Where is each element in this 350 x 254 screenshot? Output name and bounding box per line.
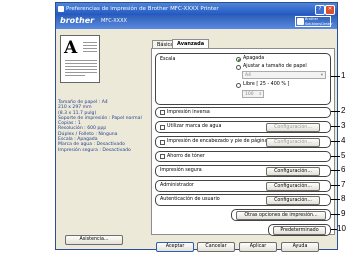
- ok-button[interactable]: Aceptar: [156, 242, 194, 252]
- watermark-row: Utilizar marca de agua Configuración...: [155, 121, 331, 133]
- callout-number: 9: [341, 209, 346, 218]
- callout-number: 2: [341, 106, 346, 115]
- toner-save-row: Ahorro de tóner: [155, 151, 331, 162]
- secure-print-label: Impresión segura: [160, 168, 202, 173]
- support-button[interactable]: Asistencia...: [65, 235, 123, 245]
- solutions-line2: SolutionsCenter: [305, 22, 333, 26]
- secure-print-config-button[interactable]: Configuración...: [266, 167, 320, 176]
- info-line: Impresión segura : Desactivado: [58, 147, 131, 153]
- callout-number: 10: [337, 224, 346, 233]
- reverse-print-label: Impresión inversa: [167, 110, 210, 115]
- callout-line: [331, 185, 340, 186]
- toner-save-label: Ahorro de tóner: [167, 154, 205, 159]
- scale-percent-value: 100: [245, 92, 254, 97]
- secure-print-row: Impresión segura Configuración...: [155, 165, 331, 177]
- chevron-down-icon: ▾: [320, 73, 323, 78]
- callout-line: [331, 126, 340, 127]
- window-title: Preferencias de impresión de Brother MFC…: [66, 6, 219, 12]
- scale-free-radio[interactable]: [236, 83, 241, 88]
- administrator-row: Administrador Configuración...: [155, 180, 331, 192]
- watermark-checkbox[interactable]: [160, 125, 165, 130]
- user-auth-config-button[interactable]: Configuración...: [266, 196, 320, 205]
- paper-size-value: A4: [245, 73, 251, 78]
- scale-fit-label: Ajustar a tamaño de papel: [243, 64, 307, 69]
- callout-line: [331, 111, 340, 112]
- scale-label: Escala: [160, 57, 176, 62]
- page-preview: A: [60, 35, 100, 83]
- solutions-center-button[interactable]: Brother SolutionsCenter: [295, 16, 333, 27]
- callout-line: [331, 156, 340, 157]
- header-footer-config-button[interactable]: Configuración...: [266, 138, 320, 147]
- apply-button[interactable]: Aplicar: [239, 242, 277, 252]
- administrator-config-button[interactable]: Configuración...: [266, 182, 320, 191]
- scale-percent-spinner[interactable]: 100 ⇕: [242, 90, 264, 98]
- title-bar: Preferencias de impresión de Brother MFC…: [56, 3, 337, 15]
- brother-logo: brother: [60, 16, 95, 25]
- default-button[interactable]: Predeterminado: [273, 226, 326, 235]
- callout-number: 4: [341, 136, 346, 145]
- reverse-print-row: Impresión inversa: [155, 107, 331, 118]
- callout-number: 3: [341, 121, 346, 130]
- paper-size-dropdown[interactable]: A4 ▾: [242, 71, 326, 79]
- scale-free-label: Libre [ 25 - 400 % ]: [243, 82, 290, 87]
- callout-line: [331, 141, 340, 142]
- close-icon[interactable]: ✕: [325, 5, 335, 15]
- cancel-button[interactable]: Cancelar: [197, 242, 235, 252]
- print-preferences-window: Preferencias de impresión de Brother MFC…: [55, 2, 338, 252]
- header-footer-label: Impresión de encabezado y pie de página: [167, 139, 268, 144]
- settings-summary: Tamaño de papel : A4 210 x 297 mm (8.3 x…: [58, 100, 148, 153]
- administrator-label: Administrador: [160, 183, 194, 188]
- callout-number: 8: [341, 194, 346, 203]
- help-button[interactable]: Ayuda: [281, 242, 319, 252]
- callout-line: [331, 76, 340, 77]
- callout-line: [331, 199, 340, 200]
- help-icon[interactable]: ?: [315, 5, 325, 15]
- scale-off-label: Apagada: [243, 56, 265, 61]
- scale-off-radio[interactable]: [236, 57, 241, 62]
- default-frame: Predeterminado: [268, 224, 331, 236]
- user-auth-row: Autenticación de usuario Configuración..…: [155, 194, 331, 206]
- reverse-print-checkbox[interactable]: [160, 110, 165, 115]
- solutions-center-icon: [297, 18, 304, 25]
- scale-fit-radio[interactable]: [236, 65, 241, 70]
- callout-line: [331, 170, 340, 171]
- header-footer-row: Impresión de encabezado y pie de página …: [155, 136, 331, 148]
- callout-line: [331, 214, 340, 215]
- watermark-label: Utilizar marca de agua: [167, 124, 222, 129]
- callout-number: 6: [341, 165, 346, 174]
- user-auth-label: Autenticación de usuario: [160, 197, 220, 202]
- callout-number: 5: [341, 151, 346, 160]
- other-options-button[interactable]: Otras opciones de impresión...: [236, 211, 326, 220]
- brand-bar: brother MFC-XXXX Brother SolutionsCenter: [56, 15, 337, 29]
- model-name: MFC-XXXX: [101, 18, 127, 24]
- spinner-icon: ⇕: [258, 91, 262, 96]
- watermark-config-button[interactable]: Configuración...: [266, 123, 320, 132]
- header-footer-checkbox[interactable]: [160, 140, 165, 145]
- callout-number: 1: [341, 71, 346, 80]
- toner-save-checkbox[interactable]: [160, 154, 165, 159]
- other-options-frame: Otras opciones de impresión...: [231, 209, 331, 221]
- preview-letter-icon: A: [64, 38, 78, 58]
- callout-number: 7: [341, 180, 346, 189]
- scale-group: Escala Apagada Ajustar a tamaño de papel…: [155, 53, 331, 105]
- printer-icon: [58, 6, 64, 12]
